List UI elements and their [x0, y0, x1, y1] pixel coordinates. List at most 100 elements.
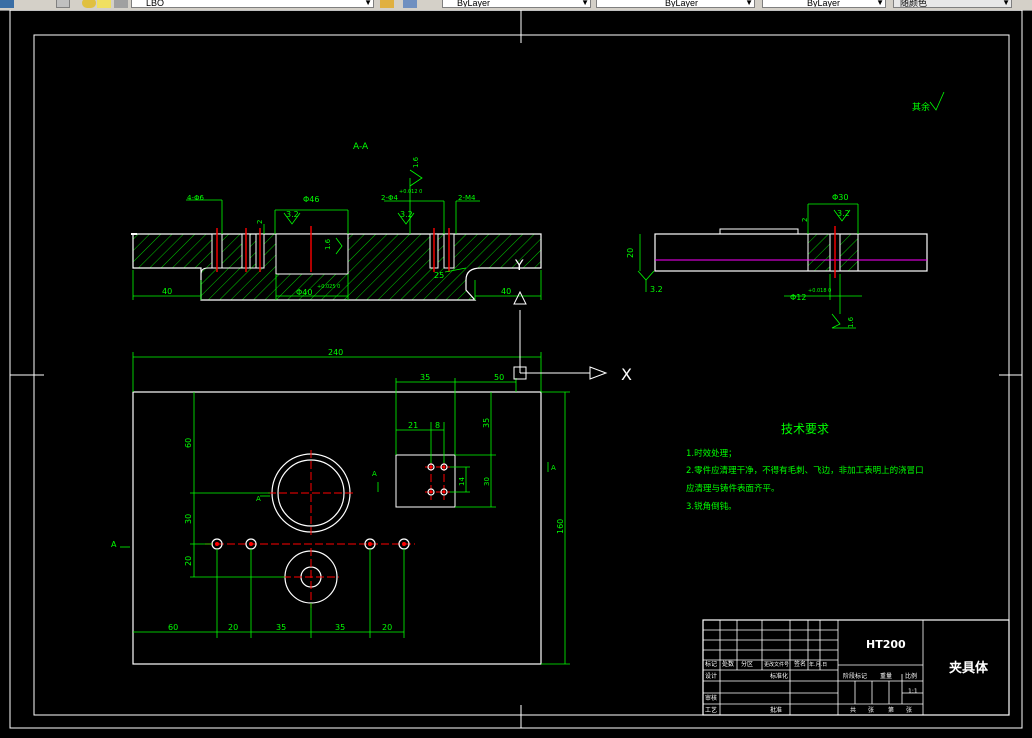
- dim-35-h1: 35: [276, 623, 286, 632]
- tech-req-item: 2.零件应清理干净，不得有毛刺、飞边，非加工表明上的浇冒口: [686, 465, 924, 476]
- plotstyle-dropdown[interactable]: 随颜色 ▼: [893, 0, 1012, 8]
- layer-lock-icon[interactable]: [114, 0, 128, 8]
- tb-review: 审核: [705, 694, 717, 702]
- tech-req-title: 技术要求: [781, 422, 829, 436]
- tb-cell: 更改文件号: [764, 661, 789, 668]
- plan-view: 240 35 50 21 8 35 60 14 30 30 20 160 60 …: [111, 348, 570, 665]
- tb-weight: 重量: [880, 672, 892, 680]
- dim-bore-tol: +0.025 0: [317, 284, 340, 290]
- tb-stage: 阶段标记: [843, 672, 867, 680]
- roughness-a: 3.2: [286, 210, 299, 219]
- tb-process: 工艺: [705, 706, 717, 714]
- roughness-side-low: 1.6: [847, 316, 855, 328]
- dim-35-h2: 35: [335, 623, 345, 632]
- tb-standardize: 标准化: [770, 672, 788, 680]
- make-current-icon[interactable]: [380, 0, 394, 8]
- tb-cell: 年.月.日: [809, 661, 827, 668]
- section-view: 4-Φ6 Φ46 2-Φ4 +0.012 0 2-M4 3.2 3.2 1.6 …: [131, 156, 542, 301]
- dim-holes-4: 4-Φ6: [187, 194, 204, 202]
- material: HT200: [866, 638, 906, 651]
- plotstyle-dropdown-value: 随颜色: [900, 0, 928, 8]
- dim-35-right: 35: [482, 418, 491, 428]
- ucs-y-label: Y: [514, 258, 524, 274]
- chevron-down-icon: ▼: [745, 0, 753, 7]
- dim-240: 240: [328, 348, 343, 357]
- chevron-down-icon: ▼: [1002, 0, 1010, 7]
- chevron-down-icon: ▼: [581, 0, 589, 7]
- other-roughness: 其余: [912, 91, 945, 113]
- color-dropdown-value: ByLayer: [457, 0, 491, 8]
- dim-8: 8: [435, 421, 440, 430]
- layer-on-icon[interactable]: [82, 0, 96, 8]
- dim-radius: 25: [434, 271, 444, 280]
- dim-dia-12: Φ12: [790, 293, 806, 302]
- dim-side-height: 20: [626, 248, 635, 258]
- tb-ratio: 比例: [905, 672, 917, 680]
- roughness-b: 3.2: [400, 210, 413, 219]
- tb-sheet: 张: [906, 706, 912, 714]
- layer-dropdown-value: LBO: [146, 0, 165, 8]
- dim-60-h: 60: [168, 623, 178, 632]
- dim-2: 2: [256, 220, 264, 224]
- chevron-down-icon: ▼: [364, 0, 372, 7]
- tb-sheet: 第: [888, 706, 894, 714]
- layer-freeze-icon[interactable]: [97, 0, 111, 8]
- ucs-x-label: X: [621, 365, 632, 384]
- svg-text:其余: 其余: [912, 101, 930, 113]
- ucs-icon: [513, 290, 608, 380]
- dim-dia-30: Φ30: [832, 193, 848, 202]
- color-dropdown[interactable]: ByLayer ▼: [442, 0, 591, 8]
- layer-manager-icon[interactable]: [0, 0, 14, 8]
- linetype-dropdown[interactable]: ByLayer ▼: [596, 0, 755, 8]
- tb-cell: 标记: [705, 660, 717, 668]
- side-view: Φ30 3.2 3.2 1.6 2 20 Φ12 +0.018 0: [626, 193, 928, 329]
- technical-requirements: 技术要求 1.时效处理； 2.零件应清理干净，不得有毛刺、飞边，非加工表明上的浇…: [686, 422, 924, 512]
- tb-sheet: 共: [850, 706, 856, 714]
- dim-21: 21: [408, 421, 418, 430]
- layer-states-icon[interactable]: [56, 0, 70, 8]
- dim-30-v: 30: [483, 477, 491, 486]
- dim-tol-small: +0.012 0: [399, 189, 422, 195]
- dim-holes-2: 2-Φ4: [381, 194, 398, 202]
- dim-20-h1: 20: [228, 623, 238, 632]
- drawing-frame: [33, 34, 1010, 716]
- dim-dia-46: Φ46: [303, 195, 319, 204]
- scale: 1:1: [908, 688, 918, 695]
- roughness-left: 1.6: [324, 238, 332, 250]
- tech-req-item: 1.时效处理；: [686, 448, 737, 459]
- dim-side-2: 2: [801, 218, 809, 222]
- cut-a-mid: A: [256, 495, 261, 503]
- roughness-side: 3.2: [837, 209, 850, 218]
- dim-bore: Φ40: [296, 288, 312, 297]
- title-block: HT200 夹具体 1:1 标记 处数 分区 更改文件号 签名 年.月.日 设计…: [702, 619, 1010, 716]
- dim-20-v: 20: [184, 556, 193, 566]
- tb-cell: 签名: [794, 660, 806, 668]
- roughness-side-bottom: 3.2: [650, 285, 663, 294]
- dim-14: 14: [458, 477, 466, 486]
- tb-designer: 设计: [705, 672, 717, 680]
- lineweight-dropdown-value: ByLayer: [807, 0, 841, 8]
- tb-cell: 分区: [741, 660, 753, 668]
- cut-a-left: A: [111, 540, 117, 549]
- layer-dropdown[interactable]: LBO ▼: [131, 0, 374, 8]
- tech-req-item: 3.锐角倒钝。: [686, 501, 737, 512]
- chevron-down-icon: ▼: [876, 0, 884, 7]
- section-label: A-A: [353, 142, 369, 152]
- tb-sheet: 张: [868, 706, 874, 714]
- cut-a-right: A: [551, 464, 556, 472]
- tech-req-item: 应清理与铸件表面齐平。: [686, 483, 780, 494]
- tb-cell: 处数: [722, 660, 734, 668]
- dim-40-right: 40: [501, 287, 511, 296]
- model-space-canvas[interactable]: A-A 4-Φ6 Φ46 2-Φ4 +0.012 0 2-M4 3.2 3.2 …: [0, 10, 1032, 738]
- lineweight-dropdown[interactable]: ByLayer ▼: [762, 0, 886, 8]
- part-name: 夹具体: [949, 660, 989, 676]
- dim-160: 160: [556, 519, 565, 534]
- dim-side-tol: +0.018 0: [808, 288, 831, 294]
- layer-previous-icon[interactable]: [403, 0, 417, 8]
- dim-threads-2: 2-M4: [458, 194, 476, 202]
- tb-approve: 批准: [770, 706, 782, 714]
- dim-20-h2: 20: [382, 623, 392, 632]
- dim-60-v: 60: [184, 438, 193, 448]
- dim-35-top: 35: [420, 373, 430, 382]
- linetype-dropdown-value: ByLayer: [665, 0, 699, 8]
